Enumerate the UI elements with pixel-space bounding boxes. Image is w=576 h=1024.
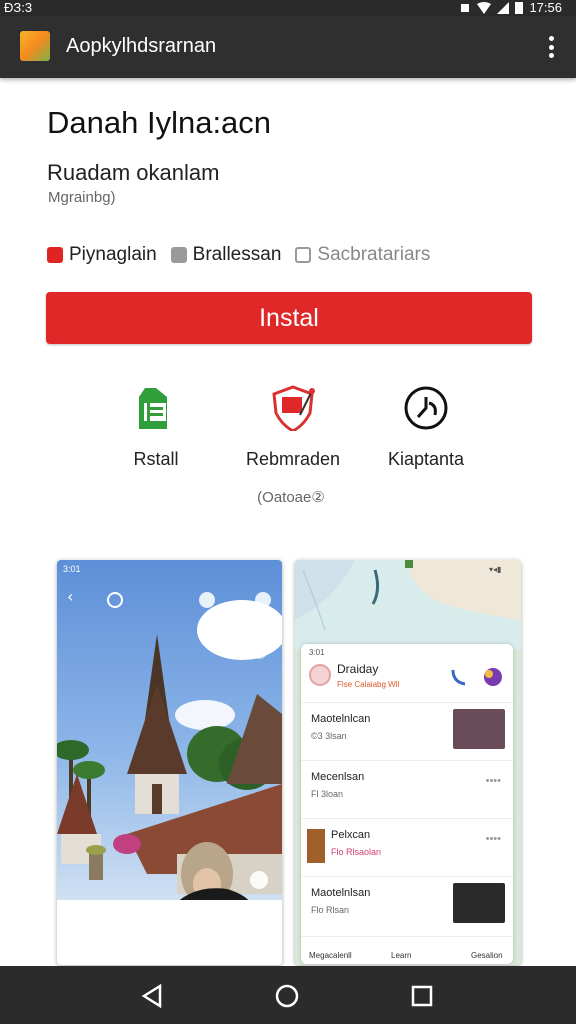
more-icon[interactable]: •••• [486, 775, 501, 787]
actions-note: (Oatoae② [257, 489, 325, 506]
list-item[interactable]: Mecenlsan Fl 3loan •••• [301, 760, 513, 818]
card-status: 3:01 [309, 648, 325, 657]
avatar [309, 664, 331, 686]
wifi-icon [477, 1, 492, 14]
system-nav-bar [0, 966, 576, 1024]
app-title: Danah Iylnа:acn [47, 105, 272, 140]
row-name: Pelxcan [331, 829, 371, 841]
install-button[interactable]: Instal [46, 292, 532, 344]
badge-label: Brallessan [192, 244, 282, 265]
call-icons[interactable] [449, 666, 505, 688]
nav-item[interactable]: Gesalion [471, 951, 503, 960]
row-meta: Flo Rlsaolan [331, 847, 382, 857]
temple-illustration: ‹ [57, 587, 282, 914]
badge-label: Piynaglain [69, 244, 157, 265]
action-label: Kiaptanta [387, 449, 465, 469]
action-kiaptanta[interactable]: Kiaptanta [356, 385, 496, 470]
badge-2: Brallessan [170, 244, 282, 266]
action-rebmraden[interactable]: Rebmraden [223, 385, 363, 470]
screenshot-1-footer [57, 900, 282, 965]
map-illustration: ▾◂▮ [295, 560, 521, 650]
thumbnail-image [307, 829, 325, 863]
app-category: Mgrainbg) [48, 189, 116, 206]
nav-item[interactable]: Megacalenll [309, 951, 352, 960]
status-bar: ĐЗ:3 17:56 [0, 0, 576, 16]
header-name: Draiday [337, 662, 379, 676]
row-meta: Flo Rlsan [311, 905, 350, 915]
list-item[interactable]: Pelxcan Flo Rlsaolan •••• [301, 818, 513, 876]
status-time-left: ĐЗ:3 [4, 0, 33, 15]
home-icon[interactable] [273, 982, 301, 1010]
badge-3: Sacbratariars [295, 244, 430, 266]
row-name: Maotelnlsan [311, 887, 371, 899]
screenshot-1[interactable]: 3:01 ‹ [57, 560, 282, 965]
developer-name[interactable]: Ruadam okanlam [47, 160, 219, 186]
list-item[interactable]: Maotelnlcan ©3 3lsan [301, 702, 513, 760]
row-meta: Fl 3loan [311, 789, 344, 799]
shopping-bag-icon [133, 385, 179, 431]
overflow-menu-icon[interactable] [548, 36, 554, 58]
action-rstall[interactable]: Rstall [86, 385, 226, 470]
contacts-card: 3:01 Draiday Flse Calaiabg Wll Maotelnlc… [301, 644, 513, 964]
action-label: Rstall [133, 449, 179, 469]
row-name: Mecenlsan [311, 771, 365, 783]
thumbnail-image [453, 883, 505, 923]
badge-1: Piynaglain [47, 244, 157, 266]
shield-flag-icon [270, 385, 316, 433]
svg-text:‹: ‹ [67, 587, 73, 606]
badge-outline-icon [295, 247, 312, 263]
back-icon[interactable] [138, 982, 166, 1010]
badge-label: Sacbratariars [317, 244, 431, 265]
app-logo-icon [20, 31, 50, 61]
badges-row: Piynaglain Brallessan Sacbratariars [47, 244, 444, 266]
app-bar-title: Aopkylhdsrarnan [66, 35, 217, 57]
status-time-right: 17:56 [529, 0, 562, 15]
status-icons: 17:56 [459, 0, 562, 15]
screenshot-2[interactable]: ▾◂▮ 3:01 Draiday Flse Calaiabg Wll Maote… [295, 560, 521, 965]
battery-icon [515, 2, 524, 14]
row-meta: ©3 3lsan [311, 731, 347, 741]
recent-apps-icon[interactable] [408, 982, 436, 1010]
app-bar: Aopkylhdsrarnan [0, 16, 576, 78]
nav-item[interactable]: Learn [391, 951, 411, 960]
notification-icon [461, 3, 470, 12]
screenshot-bottom-nav: Megacalenll Learn Gesalion [301, 936, 513, 964]
row-name: Maotelnlcan [311, 713, 371, 725]
signal-icon [497, 1, 510, 14]
actions-row: Rstall Rebmraden Kiaptanta [0, 385, 576, 475]
header-sub: Flse Calaiabg Wll [337, 680, 400, 689]
more-icon[interactable]: •••• [486, 833, 501, 845]
badge-gray-icon [170, 247, 187, 263]
clock-icon [403, 385, 449, 431]
svg-text:▾◂▮: ▾◂▮ [489, 565, 501, 574]
screenshot-1-status: 3:01 [63, 564, 81, 574]
thumbnail-image [453, 709, 505, 749]
badge-red-icon [47, 247, 63, 263]
action-label: Rebmraden [245, 449, 341, 469]
list-item[interactable]: Maotelnlsan Flo Rlsan [301, 876, 513, 934]
